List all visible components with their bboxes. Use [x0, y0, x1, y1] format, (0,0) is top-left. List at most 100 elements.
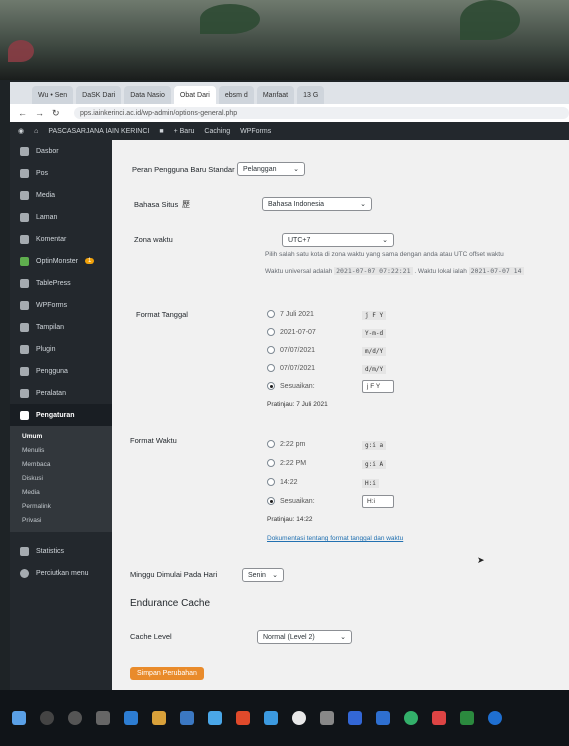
search-icon[interactable]: [40, 711, 54, 725]
sidebar-item-dashboard[interactable]: Dasbor: [10, 140, 112, 162]
sidebar-item-wpforms[interactable]: WPForms: [10, 294, 112, 316]
cache-level-label: Cache Level: [130, 632, 172, 641]
chevron-down-icon: ⌄: [293, 166, 299, 173]
date-time-docs-link[interactable]: Dokumentasi tentang format tanggal dan w…: [267, 535, 403, 542]
radio-icon: [267, 364, 275, 372]
sidebar-item-tablepress[interactable]: TablePress: [10, 272, 112, 294]
settings-submenu: Umum Menulis Membaca Diskusi Media Perma…: [10, 426, 112, 532]
back-icon[interactable]: ←: [18, 108, 27, 119]
forward-icon[interactable]: →: [35, 108, 44, 119]
week-start-select[interactable]: Senin ⌄: [242, 568, 284, 582]
time-format-option[interactable]: 2:22 PM: [267, 459, 306, 467]
date-format-option[interactable]: 7 Juli 2021: [267, 310, 314, 318]
collapse-icon: [20, 568, 29, 578]
browser-tab[interactable]: 13 G: [297, 86, 325, 104]
app-icon[interactable]: [488, 711, 502, 725]
chevron-down-icon: ⌄: [360, 201, 366, 208]
file-explorer-icon[interactable]: [152, 711, 166, 725]
browser-tab[interactable]: Wu • Sen: [32, 86, 74, 104]
time-format-option[interactable]: 2:22 pm: [267, 440, 305, 448]
browser-tab[interactable]: Manfaat: [256, 86, 295, 104]
laptop-screen: Wu • Sen DaSK Dari Data Nasio Obat Dari …: [10, 82, 569, 690]
sidebar-item-tools[interactable]: Peralatan: [10, 382, 112, 404]
collapse-menu-button[interactable]: Perciutkan menu: [10, 562, 112, 584]
chevron-down-icon: ⌄: [340, 634, 346, 641]
time-format-custom-option[interactable]: Sesuaikan:: [267, 497, 315, 505]
admin-bar-new[interactable]: + Baru: [174, 128, 195, 135]
wp-admin-bar: ◉ ⌂ PASCASARJANA IAIN KERINCI ■ + Baru C…: [10, 122, 569, 140]
sidebar-item-plugins[interactable]: Plugin: [10, 338, 112, 360]
timezone-select[interactable]: UTC+7 ⌄: [282, 233, 394, 247]
wrench-icon: [20, 388, 29, 398]
sidebar-item-comments[interactable]: Komentar: [10, 228, 112, 250]
browser-tab[interactable]: ebsm d: [218, 86, 254, 104]
radio-checked-icon: [267, 382, 275, 390]
app-icon[interactable]: [460, 711, 474, 725]
address-bar: ← → ↻ pps.iainkerinci.ac.id/wp-admin/opt…: [10, 104, 569, 123]
radio-icon: [267, 478, 275, 486]
date-format-option[interactable]: 07/07/2021: [267, 364, 315, 372]
date-preview: Pratinjau: 7 Juli 2021: [267, 401, 328, 408]
save-button[interactable]: Simpan Perubahan: [130, 667, 204, 680]
site-language-select[interactable]: Bahasa Indonesia ⌄: [262, 197, 372, 211]
time-preview: Pratinjau: 14:22: [267, 516, 313, 523]
app-icon[interactable]: [124, 711, 138, 725]
admin-bar-caching[interactable]: Caching: [204, 128, 230, 135]
custom-date-format-input[interactable]: j F Y: [362, 380, 394, 393]
sidebar-item-statistics[interactable]: Statistics: [10, 540, 112, 562]
windows-start-icon[interactable]: [12, 711, 26, 725]
default-role-select[interactable]: Pelanggan ⌄: [237, 162, 305, 176]
table-icon: [20, 278, 29, 288]
radio-checked-icon: [267, 497, 275, 505]
app-icon[interactable]: [376, 711, 390, 725]
sidebar-item-appearance[interactable]: Tampilan: [10, 316, 112, 338]
sidebar-item-media[interactable]: Media: [10, 184, 112, 206]
admin-bar-wpforms[interactable]: WPForms: [240, 128, 271, 135]
sidebar-item-pages[interactable]: Laman: [10, 206, 112, 228]
reload-icon[interactable]: ↻: [52, 108, 60, 119]
app-icon[interactable]: [264, 711, 278, 725]
date-format-option[interactable]: 07/07/2021: [267, 346, 315, 354]
sidebar-item-users[interactable]: Pengguna: [10, 360, 112, 382]
date-format-option[interactable]: 2021-07-07: [267, 328, 316, 336]
site-name[interactable]: PASCASARJANA IAIN KERINCI: [48, 128, 149, 135]
room-background: [0, 0, 569, 80]
format-code: j F Y: [362, 311, 387, 320]
app-icon[interactable]: [348, 711, 362, 725]
sidebar-item-settings[interactable]: Pengaturan: [10, 404, 112, 426]
leaf-decoration: [200, 4, 260, 34]
comment-icon[interactable]: ■: [159, 128, 163, 135]
submenu-media[interactable]: Media: [10, 486, 112, 500]
submenu-reading[interactable]: Membaca: [10, 458, 112, 472]
radio-icon: [267, 459, 275, 467]
plug-icon: [20, 344, 29, 354]
submenu-permalink[interactable]: Permalink: [10, 500, 112, 514]
chevron-down-icon: ⌄: [272, 572, 278, 579]
app-icon[interactable]: [320, 711, 334, 725]
browser-tab[interactable]: Data Nasio: [124, 86, 171, 104]
app-icon[interactable]: [404, 711, 418, 725]
submenu-writing[interactable]: Menulis: [10, 444, 112, 458]
time-format-option[interactable]: 14:22: [267, 478, 298, 486]
submenu-discussion[interactable]: Diskusi: [10, 472, 112, 486]
submenu-privacy[interactable]: Privasi: [10, 514, 112, 528]
url-field[interactable]: pps.iainkerinci.ac.id/wp-admin/options-g…: [74, 107, 569, 119]
wordpress-logo-icon[interactable]: ◉: [18, 127, 24, 135]
chevron-down-icon: ⌄: [382, 237, 388, 244]
app-icon[interactable]: [180, 711, 194, 725]
comment-icon: [20, 234, 29, 244]
app-icon[interactable]: [208, 711, 222, 725]
custom-time-format-input[interactable]: H:i: [362, 495, 394, 508]
sidebar-item-optinmonster[interactable]: OptinMonster 1: [10, 250, 112, 272]
app-icon[interactable]: [236, 711, 250, 725]
date-format-custom-option[interactable]: Sesuaikan:: [267, 382, 315, 390]
chrome-icon[interactable]: [292, 711, 306, 725]
browser-tab-active[interactable]: Obat Dari: [173, 86, 216, 104]
submenu-general[interactable]: Umum: [10, 430, 112, 444]
task-view-icon[interactable]: [96, 711, 110, 725]
browser-tab[interactable]: DaSK Dari: [76, 86, 122, 104]
cortana-icon[interactable]: [68, 711, 82, 725]
cache-level-select[interactable]: Normal (Level 2) ⌄: [257, 630, 352, 644]
sidebar-item-posts[interactable]: Pos: [10, 162, 112, 184]
app-icon[interactable]: [432, 711, 446, 725]
